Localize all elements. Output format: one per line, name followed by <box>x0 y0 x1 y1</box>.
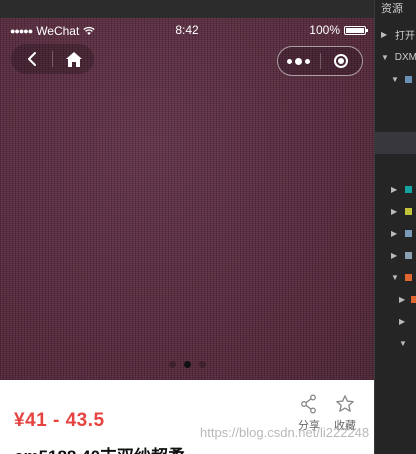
chevron-left-icon <box>27 52 36 66</box>
tree-label: DXM <box>394 51 416 63</box>
collapse-arrow-icon: ▼ <box>391 272 399 282</box>
favorite-button[interactable]: 收藏 <box>334 394 356 433</box>
tree-row-open[interactable]: ▶ 打开 <box>375 23 416 45</box>
resource-panel-header: 资源 <box>381 3 403 15</box>
tree-row-file[interactable]: ▶ <box>375 244 416 266</box>
expand-arrow-icon: ▶ <box>399 294 406 304</box>
folder-icon <box>411 295 416 303</box>
more-button[interactable] <box>278 47 320 75</box>
share-label: 分享 <box>298 420 320 432</box>
expand-arrow-icon: ▶ <box>391 250 398 260</box>
share-button[interactable]: 分享 <box>298 394 320 433</box>
swiper-dot[interactable] <box>168 361 176 368</box>
mini-program-simulator: ●●●●● WeChat 8:42 100% ¥41 - 43.5 分享 收藏 <box>0 0 374 454</box>
tree-label: 打开 <box>395 30 415 42</box>
more-dot-center <box>295 57 303 65</box>
battery-icon <box>344 25 368 35</box>
nav-capsule-left <box>11 44 94 74</box>
more-dot-right <box>305 58 311 64</box>
expand-arrow-icon: ▶ <box>391 206 398 216</box>
menu-capsule <box>277 46 363 76</box>
swiper-indicator <box>0 361 374 369</box>
product-price: ¥41 - 43.5 <box>14 410 105 431</box>
folder-icon <box>405 185 412 193</box>
product-info: ¥41 - 43.5 分享 收藏 cm5188 40支双纱超柔 <box>0 380 374 454</box>
target-close-icon <box>334 54 349 68</box>
star-icon <box>336 395 354 412</box>
folder-icon <box>405 251 412 259</box>
tree-row-file[interactable]: ▶ <box>375 200 416 222</box>
folder-icon <box>405 273 412 281</box>
more-dots-icon <box>287 58 293 64</box>
folder-icon <box>405 75 412 83</box>
product-title: cm5188 40支双纱超柔 <box>14 442 185 454</box>
expand-arrow-icon: ▶ <box>391 228 398 238</box>
collapse-arrow-icon: ▼ <box>399 338 407 348</box>
status-bar: ●●●●● WeChat 8:42 100% <box>0 18 374 44</box>
swiper-dot[interactable] <box>198 361 206 368</box>
tree-row-selected[interactable] <box>375 132 416 154</box>
share-icon <box>301 394 316 414</box>
favorite-label: 收藏 <box>334 420 356 432</box>
battery-percent: 100% <box>309 23 340 37</box>
tree-row-folder[interactable]: ▼ <box>375 68 416 90</box>
tree-row-file[interactable]: ▼ <box>375 332 416 354</box>
swiper-dot-active[interactable] <box>183 361 191 368</box>
tree-row-file[interactable]: ▶ <box>375 288 416 310</box>
simulator-top-strip <box>0 0 374 18</box>
collapse-arrow-icon: ▼ <box>391 74 399 84</box>
expand-arrow-icon: ▶ <box>381 29 388 39</box>
tree-row-file[interactable]: ▶ <box>375 222 416 244</box>
tree-row-file[interactable]: ▶ <box>375 310 416 332</box>
devtools-resource-panel: 资源 ▶ 打开 ▼ DXM ▼ ▶ ▶ ▶ ▶ ▼ ▶ ▶ ▼ <box>374 0 416 454</box>
home-button[interactable] <box>53 44 94 74</box>
folder-icon <box>405 207 412 215</box>
expand-arrow-icon: ▶ <box>399 316 406 326</box>
expand-arrow-icon: ▶ <box>391 184 398 194</box>
folder-icon <box>405 229 412 237</box>
close-miniprogram-button[interactable] <box>320 47 362 75</box>
home-icon <box>65 51 82 67</box>
tree-row-file[interactable]: ▶ <box>375 178 416 200</box>
back-button[interactable] <box>11 44 52 74</box>
collapse-arrow-icon: ▼ <box>381 52 389 62</box>
tree-row-project[interactable]: ▼ DXM <box>375 46 416 68</box>
tree-row-file[interactable]: ▼ <box>375 266 416 288</box>
